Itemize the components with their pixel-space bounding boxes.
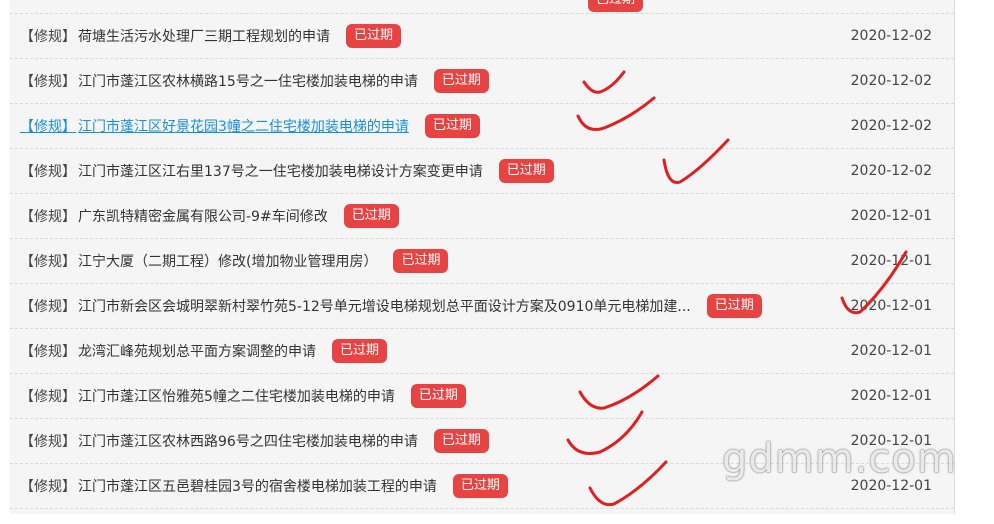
- item-date: 2020-12-02: [850, 118, 932, 134]
- item-date: 2020-12-01: [850, 298, 932, 314]
- item-title-link[interactable]: 荷塘生活污水处理厂三期工程规划的申请: [78, 26, 330, 46]
- item-title-link[interactable]: 江门市蓬江区农林横路15号之一住宅楼加装电梯的申请: [78, 71, 418, 91]
- item-title-link[interactable]: 江门市蓬江区怡雅苑5幢之二住宅楼加装电梯的申请: [78, 386, 395, 406]
- expired-badge: 已过期: [433, 69, 489, 93]
- category-tag: 【修规】: [20, 344, 76, 360]
- category-tag: 【修规】: [20, 164, 76, 180]
- expired-badge: 已过期: [410, 384, 466, 408]
- list-item[interactable]: 【修规】 江门市蓬江区怡雅苑5幢之二住宅楼加装电梯的申请 已过期 2020-12…: [10, 374, 954, 419]
- item-date: 2020-12-01: [850, 343, 932, 359]
- item-date: 2020-12-01: [850, 208, 932, 224]
- expired-badge: 已过期: [588, 0, 644, 12]
- list-item[interactable]: 已过期: [10, 0, 954, 14]
- expired-badge: 已过期: [498, 159, 554, 183]
- list-item[interactable]: 【修规】 江门市新会区会城明翠新村翠竹苑5-12号单元增设电梯规划总平面设计方案…: [10, 284, 954, 329]
- item-title-link[interactable]: 江门市蓬江区好景花园3幢之二住宅楼加装电梯的申请: [78, 116, 409, 136]
- expired-badge: 已过期: [706, 294, 762, 318]
- item-title-link[interactable]: 江门市蓬江区五邑碧桂园3号的宿舍楼电梯加装工程的申请: [78, 476, 437, 496]
- category-tag: 【修规】: [20, 434, 76, 450]
- list-item-hovered[interactable]: 【修规】 江门市蓬江区好景花园3幢之二住宅楼加装电梯的申请 已过期 2020-1…: [10, 104, 954, 149]
- item-date: 2020-12-02: [850, 163, 932, 179]
- watermark-text: gdmm.com: [722, 436, 957, 482]
- category-tag: 【修规】: [20, 254, 76, 270]
- item-title-link[interactable]: 江门市新会区会城明翠新村翠竹苑5-12号单元增设电梯规划总平面设计方案及0910…: [78, 296, 691, 316]
- category-tag: 【修规】: [20, 74, 76, 90]
- expired-badge: 已过期: [332, 339, 388, 363]
- expired-badge: 已过期: [433, 429, 489, 453]
- expired-badge: 已过期: [343, 204, 399, 228]
- list-item[interactable]: 【修规】 广东凯特精密金属有限公司-9#车间修改 已过期 2020-12-01: [10, 194, 954, 239]
- item-title-link[interactable]: 广东凯特精密金属有限公司-9#车间修改: [78, 206, 328, 226]
- category-tag: 【修规】: [20, 389, 76, 405]
- item-title-link[interactable]: 江门市蓬江区江右里137号之一住宅楼加装电梯设计方案变更申请: [78, 161, 483, 181]
- list-item[interactable]: 【修规】 江宁大厦（二期工程）修改(增加物业管理用房） 已过期 2020-12-…: [10, 239, 954, 284]
- item-title-link[interactable]: 江宁大厦（二期工程）修改(增加物业管理用房）: [78, 251, 377, 271]
- category-tag: 【修规】: [20, 119, 76, 135]
- list-item[interactable]: 【修规】 江门市蓬江区江右里137号之一住宅楼加装电梯设计方案变更申请 已过期 …: [10, 149, 954, 194]
- item-title-link[interactable]: 江门市蓬江区农林西路96号之四住宅楼加装电梯的申请: [78, 431, 418, 451]
- expired-badge: 已过期: [452, 474, 508, 498]
- category-tag: 【修规】: [20, 29, 76, 45]
- item-date: 2020-12-02: [850, 73, 932, 89]
- expired-badge: 已过期: [346, 24, 402, 48]
- expired-badge: 已过期: [424, 114, 480, 138]
- item-date: 2020-12-01: [850, 253, 932, 269]
- category-tag: 【修规】: [20, 299, 76, 315]
- approval-list: 已过期 【修规】 荷塘生活污水处理厂三期工程规划的申请 已过期 2020-12-…: [10, 0, 954, 509]
- list-item[interactable]: 【修规】 荷塘生活污水处理厂三期工程规划的申请 已过期 2020-12-02: [10, 14, 954, 59]
- list-item[interactable]: 【修规】 江门市蓬江区农林横路15号之一住宅楼加装电梯的申请 已过期 2020-…: [10, 59, 954, 104]
- item-date: 2020-12-01: [850, 388, 932, 404]
- item-date: 2020-12-02: [850, 28, 932, 44]
- expired-badge: 已过期: [393, 249, 449, 273]
- list-item[interactable]: 【修规】 龙湾汇峰苑规划总平面方案调整的申请 已过期 2020-12-01: [10, 329, 954, 374]
- category-tag: 【修规】: [20, 209, 76, 225]
- item-title-link[interactable]: 龙湾汇峰苑规划总平面方案调整的申请: [78, 341, 316, 361]
- category-tag: 【修规】: [20, 479, 76, 495]
